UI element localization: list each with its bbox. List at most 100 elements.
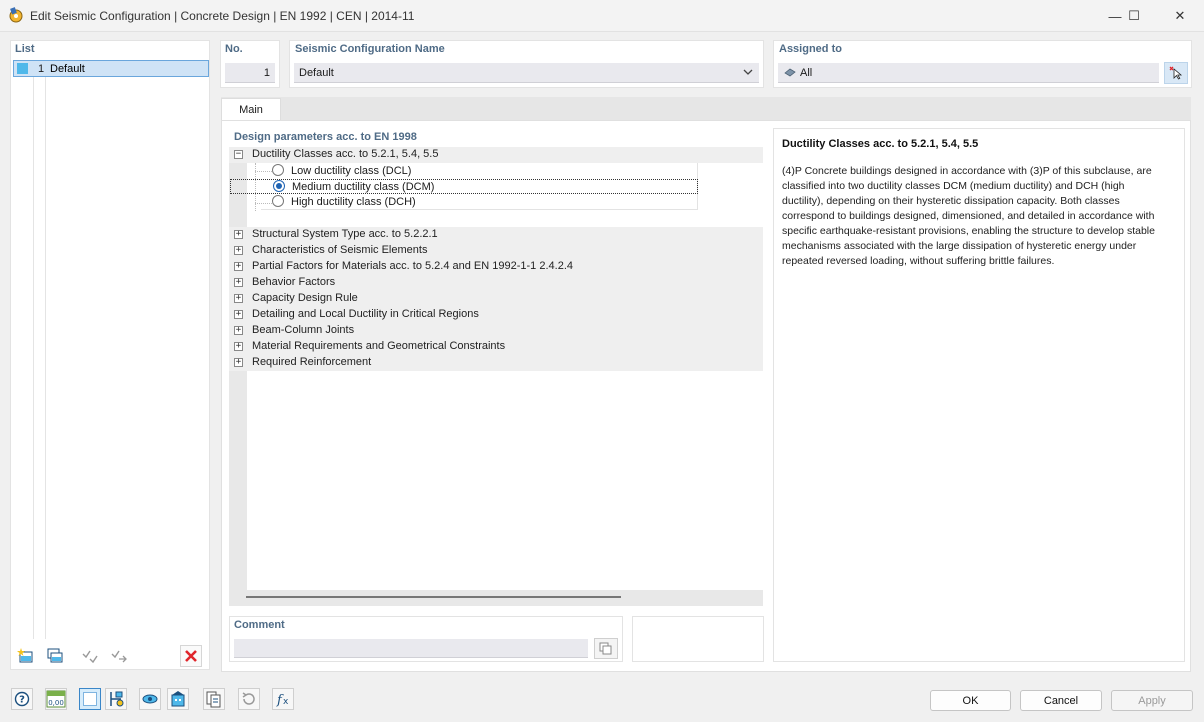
close-icon: ✕	[1174, 8, 1186, 23]
formula-button[interactable]: fx	[272, 688, 294, 710]
copy-item-button[interactable]	[44, 645, 66, 667]
svg-text:0,00: 0,00	[48, 699, 64, 707]
tree-group-label: Material Requirements and Geometrical Co…	[252, 340, 506, 352]
tree-group-ductility[interactable]: − Ductility Classes acc. to 5.2.1, 5.4, …	[229, 147, 763, 163]
minimize-icon: —	[1108, 8, 1122, 24]
comment-library-button[interactable]	[594, 638, 618, 659]
description-line: ductility), depending on their hystereti…	[782, 195, 1120, 207]
cancel-button[interactable]: Cancel	[1020, 690, 1102, 711]
description-line: classified into two ductility classes DC…	[782, 180, 1125, 192]
description-line: (4)P Concrete buildings designed in acco…	[782, 165, 1152, 177]
tree-group-label: Behavior Factors	[252, 276, 336, 288]
radio-dch[interactable]: High ductility class (DCH)	[264, 195, 698, 209]
renumber-button[interactable]	[108, 645, 130, 667]
description-panel: Ductility Classes acc. to 5.2.1, 5.4, 5.…	[773, 128, 1185, 662]
units-button[interactable]: 0,00	[45, 688, 67, 710]
radio-button[interactable]	[272, 164, 284, 176]
view-button[interactable]	[139, 688, 161, 710]
expand-icon[interactable]: +	[234, 246, 243, 255]
structure-button[interactable]	[105, 688, 127, 710]
check-icon	[82, 650, 98, 664]
copy-icon	[599, 642, 612, 654]
title-bar: Edit Seismic Configuration | Concrete De…	[0, 0, 1204, 32]
tree-group-structural-system[interactable]: + Structural System Type acc. to 5.2.2.1	[229, 227, 763, 243]
tree-group-material-requirements[interactable]: + Material Requirements and Geometrical …	[229, 339, 763, 355]
ok-button[interactable]: OK	[930, 690, 1011, 711]
tab-main-label: Main	[239, 103, 263, 116]
expand-icon[interactable]: +	[234, 326, 243, 335]
number-value: 1	[263, 67, 270, 79]
window-title: Edit Seismic Configuration | Concrete De…	[30, 9, 415, 23]
svg-text:?: ?	[19, 695, 25, 706]
delete-button[interactable]	[180, 645, 202, 667]
reset-button[interactable]	[238, 688, 260, 710]
expand-icon[interactable]: +	[234, 310, 243, 319]
tree-group-required-reinforcement[interactable]: + Required Reinforcement	[229, 355, 763, 371]
list-item[interactable]: 1 Default	[13, 60, 209, 77]
copy-data-button[interactable]	[203, 688, 225, 710]
tree-group-beam-column-joints[interactable]: + Beam-Column Joints	[229, 323, 763, 339]
tab-strip	[221, 97, 1191, 121]
svg-text:x: x	[283, 697, 289, 707]
assigned-value: All	[800, 67, 813, 79]
check-button[interactable]	[79, 645, 101, 667]
name-dropdown[interactable]: Default	[294, 63, 759, 83]
tree-group-seismic-elements[interactable]: + Characteristics of Seismic Elements	[229, 243, 763, 259]
color-swatch	[17, 63, 28, 74]
list-header: List	[15, 43, 35, 55]
radio-button[interactable]	[272, 195, 284, 207]
comment-label: Comment	[234, 619, 285, 631]
description-line: repeated reversed loading, without suffe…	[782, 255, 1055, 267]
pick-cursor-icon	[1169, 66, 1183, 80]
comment-input[interactable]	[234, 639, 588, 658]
help-button[interactable]: ?	[11, 688, 33, 710]
list-gridline	[45, 77, 46, 639]
empty-panel	[632, 616, 764, 662]
expand-icon[interactable]: +	[234, 230, 243, 239]
horizontal-scrollbar-track[interactable]	[229, 590, 763, 606]
tree-group-partial-factors[interactable]: + Partial Factors for Materials acc. to …	[229, 259, 763, 275]
tree-group-behavior-factors[interactable]: + Behavior Factors	[229, 275, 763, 291]
expand-icon[interactable]: +	[234, 278, 243, 287]
maximize-button[interactable]: ☐	[1123, 6, 1145, 26]
number-field[interactable]: 1	[225, 63, 275, 83]
tree-group-detailing[interactable]: + Detailing and Local Ductility in Criti…	[229, 307, 763, 323]
building-icon	[171, 691, 185, 707]
expand-icon[interactable]: +	[234, 358, 243, 367]
assigned-label: Assigned to	[779, 43, 842, 55]
design-params-header: Design parameters acc. to EN 1998	[234, 131, 417, 143]
name-value: Default	[299, 67, 334, 79]
description-body: (4)P Concrete buildings designed in acco…	[782, 164, 1182, 269]
units-icon: 0,00	[46, 690, 66, 708]
list-item-name: Default	[50, 63, 85, 75]
close-button[interactable]: ✕	[1169, 6, 1191, 26]
collapse-icon[interactable]: −	[234, 150, 243, 159]
apply-button[interactable]: Apply	[1111, 690, 1193, 711]
radio-dcl[interactable]: Low ductility class (DCL)	[264, 164, 698, 178]
tree-group-label: Detailing and Local Ductility in Critica…	[252, 308, 479, 320]
tree-group-capacity-design[interactable]: + Capacity Design Rule	[229, 291, 763, 307]
number-panel: No. 1	[220, 40, 280, 88]
color-button[interactable]	[79, 688, 101, 710]
name-panel: Seismic Configuration Name Default	[289, 40, 764, 88]
expand-icon[interactable]: +	[234, 262, 243, 271]
expand-icon[interactable]: +	[234, 294, 243, 303]
help-icon: ?	[14, 691, 30, 707]
radio-button-selected[interactable]	[273, 180, 285, 192]
tab-main[interactable]: Main	[221, 98, 281, 120]
assigned-field[interactable]: All	[778, 63, 1159, 83]
description-title: Ductility Classes acc. to 5.2.1, 5.4, 5.…	[782, 138, 979, 150]
horizontal-scrollbar-thumb[interactable]	[246, 596, 621, 598]
number-label: No.	[225, 43, 243, 55]
radio-dcm[interactable]: Medium ductility class (DCM)	[230, 179, 698, 194]
structure-icon	[110, 691, 124, 707]
new-item-button[interactable]	[15, 645, 37, 667]
expand-icon[interactable]: +	[234, 342, 243, 351]
select-in-model-button[interactable]	[1164, 62, 1188, 84]
list-panel: List 1 Default	[10, 40, 210, 670]
copy-icon	[47, 648, 63, 663]
model-button[interactable]	[167, 688, 189, 710]
view-icon	[142, 694, 158, 704]
maximize-icon: ☐	[1128, 8, 1140, 23]
tree-group-label: Partial Factors for Materials acc. to 5.…	[252, 260, 573, 272]
